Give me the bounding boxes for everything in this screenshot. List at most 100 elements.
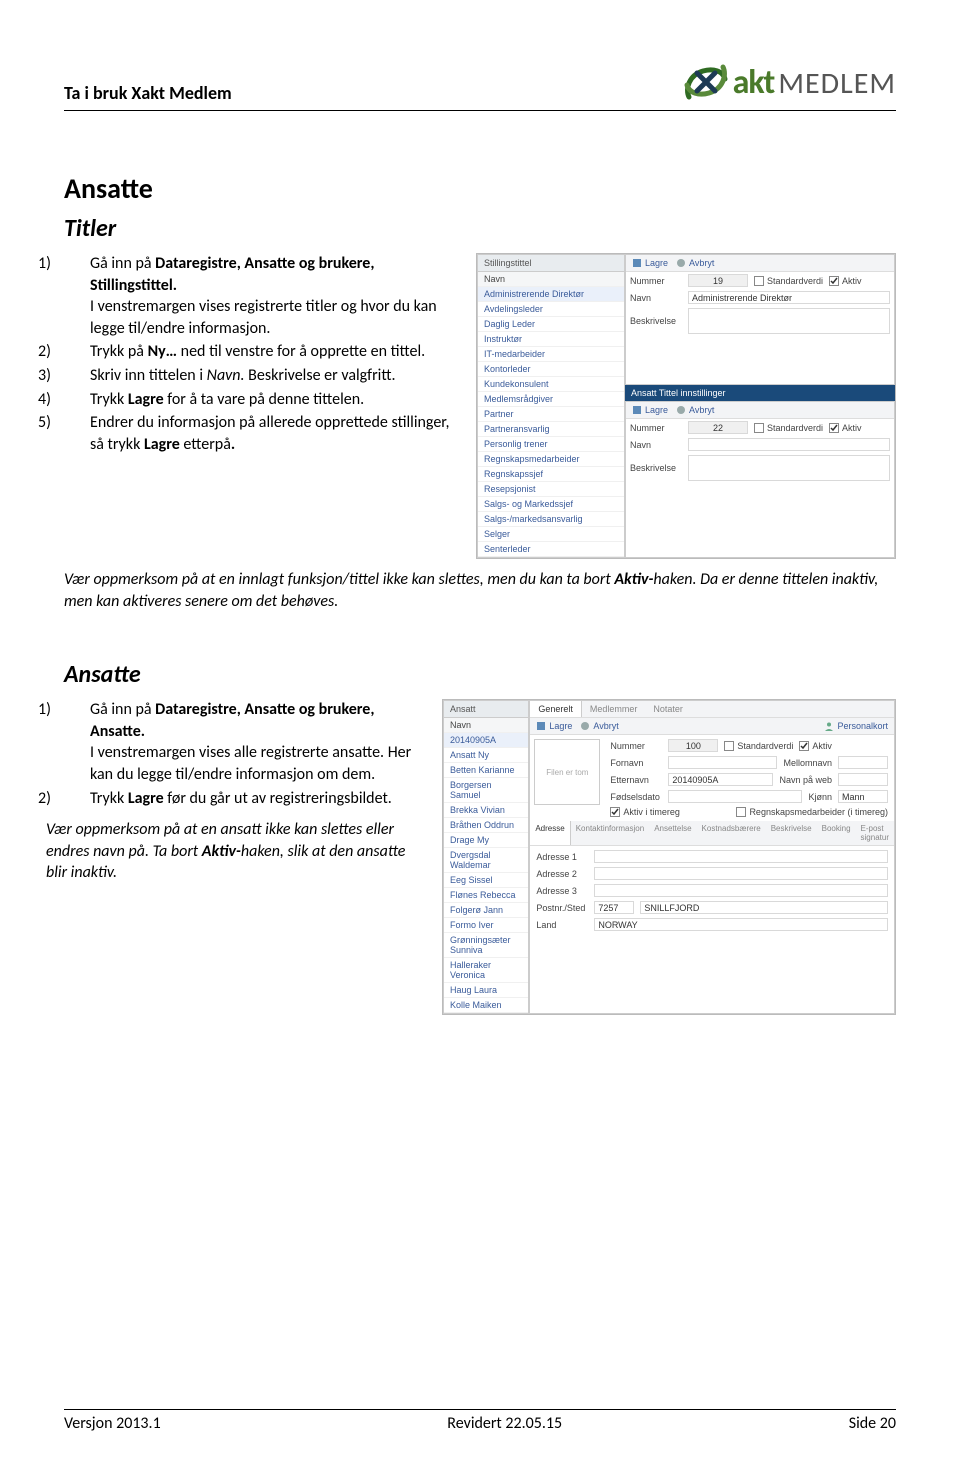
fodsel-field[interactable] [668,790,802,803]
kjonn-label: Kjønn [808,792,832,802]
list-item[interactable]: Daglig Leder [478,317,624,332]
steps-ansatte: 1)Gå inn på Dataregistre, Ansatte og bru… [64,699,428,809]
list-item[interactable]: Avdelingsleder [478,302,624,317]
standard-checkbox[interactable]: Standardverdi [754,423,823,433]
list-item[interactable]: Partner [478,407,624,422]
screenshot-stillingstittel: Stillingstittel Navn Administrerende Dir… [476,253,896,559]
list-item[interactable]: Kolle Maiken [444,998,528,1013]
tab-notater[interactable]: Notater [645,701,691,717]
adresse2-field[interactable] [594,867,888,880]
list-item[interactable]: Ansatt Ny [444,748,528,763]
adresse3-field[interactable] [594,884,888,897]
beskrivelse-field[interactable] [688,455,890,481]
note-ansatte: Vær oppmerksom på at en ansatt ikke kan … [46,819,428,884]
beskrivelse-field[interactable] [688,308,890,334]
tab-ansettelse[interactable]: Ansettelse [649,821,696,845]
aktiv-checkbox[interactable]: Aktiv [829,276,862,286]
list-item[interactable]: Haug Laura [444,983,528,998]
list-item[interactable]: Kontorleder [478,362,624,377]
list-item[interactable]: IT-medarbeider [478,347,624,362]
stillingstittel-list: Administrerende Direktør Avdelingsleder … [478,287,624,557]
avbryt-button[interactable]: Avbryt [580,721,618,731]
navn-web-field[interactable] [838,773,888,786]
panel-subtitle: Ansatt Tittel innstillinger [625,385,895,401]
list-item[interactable]: 20140905A [444,733,528,748]
list-item[interactable]: Instruktør [478,332,624,347]
list-item[interactable]: Kundekonsulent [478,377,624,392]
tab-beskrivelse[interactable]: Beskrivelse [766,821,817,845]
mellomnavn-field[interactable] [838,756,888,769]
footer-revised: Revidert 22.05.15 [447,1414,562,1433]
aktiv-timereg-checkbox[interactable]: Aktiv i timereg [610,807,680,817]
list-item[interactable]: Resepsjonist [478,482,624,497]
nummer-field[interactable]: 100 [668,739,718,752]
list-item[interactable]: Folgerø Jann [444,903,528,918]
standard-checkbox[interactable]: Standardverdi [754,276,823,286]
tab-kontakt[interactable]: Kontaktinformasjon [571,821,649,845]
land-field[interactable]: NORWAY [594,918,888,931]
panel-title: Ansatt [444,701,528,718]
list-item[interactable]: Senterleder [478,542,624,557]
aktiv-checkbox[interactable]: Aktiv [799,741,832,751]
list-item[interactable]: Salgs- og Markedssjef [478,497,624,512]
nummer-label: Nummer [610,741,662,751]
list-item[interactable]: Eeg Sissel [444,873,528,888]
navn-label: Navn [630,440,682,450]
list-item[interactable]: Partneransvarlig [478,422,624,437]
steps-titler: 1)Gå inn på Dataregistre, Ansatte og bru… [64,253,462,455]
kjonn-field[interactable]: Mann [838,790,888,803]
list-item[interactable]: Formo Iver [444,918,528,933]
regnskap-checkbox[interactable]: Regnskapsmedarbeider (i timereg) [736,807,888,817]
list-item[interactable]: Halleraker Veronica [444,958,528,983]
tab-kostnad[interactable]: Kostnadsbærere [697,821,766,845]
list-item[interactable]: Medlemsrådgiver [478,392,624,407]
list-item[interactable]: Drage My [444,833,528,848]
fornavn-label: Fornavn [610,758,662,768]
lagre-button[interactable]: Lagre [632,405,668,415]
tab-epost[interactable]: E-post signatur [856,821,894,845]
list-item[interactable]: Flønes Rebecca [444,888,528,903]
mellomnavn-label: Mellomnavn [783,758,832,768]
etternavn-field[interactable]: 20140905A [668,773,773,786]
sted-field[interactable]: SNILLFJORD [640,901,888,914]
list-item[interactable]: Borgersen Samuel [444,778,528,803]
avbryt-button[interactable]: Avbryt [676,258,714,268]
note-titler: Vær oppmerksom på at en innlagt funksjon… [64,569,896,612]
lagre-button[interactable]: Lagre [632,258,668,268]
navn-field[interactable]: Administrerende Direktør [688,291,890,304]
aktiv-checkbox[interactable]: Aktiv [829,423,862,433]
list-item[interactable]: Personlig trener [478,437,624,452]
screenshot-ansatt: Ansatt Navn 20140905A Ansatt Ny Betten K… [442,699,896,1015]
list-item[interactable]: Dvergsdal Waldemar [444,848,528,873]
navn-field[interactable] [688,438,890,451]
lagre-button[interactable]: Lagre [536,721,572,731]
brand-logo: akt MEDLEM [683,60,896,104]
list-item[interactable]: Salgs-/markedsansvarlig [478,512,624,527]
list-item[interactable]: Regnskapsmedarbeider [478,452,624,467]
adresse1-field[interactable] [594,850,888,863]
nummer-field[interactable]: 22 [688,421,748,434]
personalkort-button[interactable]: Personalkort [824,721,888,731]
col-header-navn: Navn [444,718,528,733]
fodsel-label: Fødselsdato [610,792,662,802]
tab-booking[interactable]: Booking [817,821,856,845]
fornavn-field[interactable] [668,756,777,769]
tab-adresse[interactable]: Adresse [530,821,570,845]
standard-checkbox[interactable]: Standardverdi [724,741,793,751]
tab-medlemmer[interactable]: Medlemmer [582,701,646,717]
list-item[interactable]: Administrerende Direktør [478,287,624,302]
list-item[interactable]: Selger [478,527,624,542]
list-item[interactable]: Bråthen Oddrun [444,818,528,833]
etternavn-label: Etternavn [610,775,662,785]
avbryt-button[interactable]: Avbryt [676,405,714,415]
heading-ansatte-sub: Ansatte [64,660,896,689]
postnr-field[interactable]: 7257 [594,901,634,914]
list-item[interactable]: Betten Karianne [444,763,528,778]
list-item[interactable]: Brekka Vivian [444,803,528,818]
beskrivelse-label: Beskrivelse [630,463,682,473]
tab-generelt[interactable]: Generelt [530,701,582,717]
save-icon [632,258,642,268]
list-item[interactable]: Grønningsæter Sunniva [444,933,528,958]
nummer-field[interactable]: 19 [688,274,748,287]
list-item[interactable]: Regnskapssjef [478,467,624,482]
